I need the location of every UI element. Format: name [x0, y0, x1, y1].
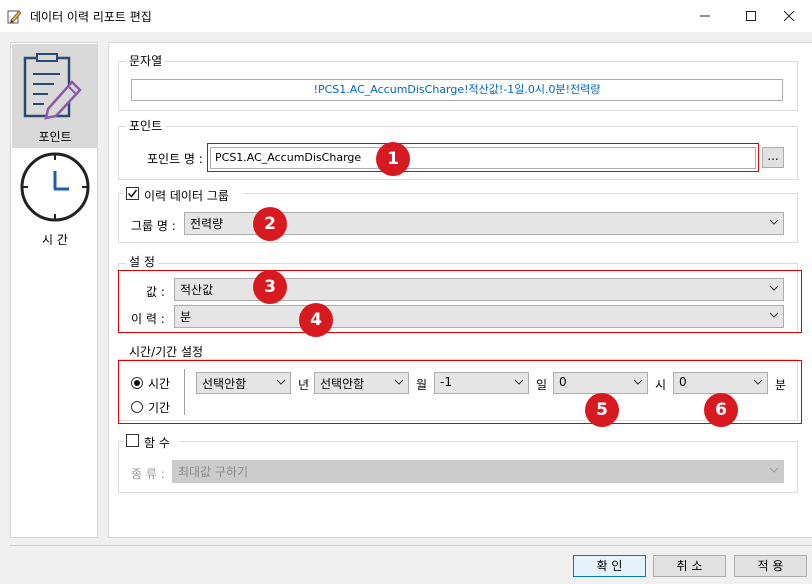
day-combo[interactable]: -1 — [434, 372, 529, 394]
callout-badge-3: 3 — [253, 270, 287, 304]
year-combo[interactable]: 선택안함 — [196, 372, 291, 394]
nav-label-time: 시 간 — [42, 233, 68, 247]
string-value: !PCS1.AC_AccumDisCharge!적산값!-1일.0시.0분!전력… — [313, 83, 601, 96]
nav-label-point: 포인트 — [38, 130, 72, 144]
month-value: 선택안함 — [320, 377, 365, 391]
history-combo[interactable]: 분 — [174, 305, 784, 328]
group-name-label: 그룹 명 : — [131, 219, 176, 233]
function-group-header: 함 수 — [123, 433, 179, 450]
radio-dot-icon — [134, 380, 140, 386]
callout-badge-1: 1 — [376, 142, 410, 176]
chevron-down-icon — [769, 312, 779, 318]
document-edit-icon — [23, 53, 82, 120]
chevron-down-icon — [514, 379, 524, 385]
hour-unit: 시 — [655, 378, 667, 392]
time-settings-label: 시간/기간 설정 — [126, 345, 207, 359]
time-divider — [184, 369, 185, 415]
chevron-down-icon — [276, 379, 286, 385]
app-edit-icon — [7, 10, 22, 24]
history-combo-value: 분 — [180, 310, 192, 324]
minute-unit: 분 — [775, 378, 787, 392]
checkmark-icon — [127, 189, 138, 198]
minute-value: 0 — [679, 375, 687, 389]
history-label: 이 력 : — [131, 312, 165, 326]
cancel-button[interactable]: 취 소 — [653, 555, 726, 577]
month-unit: 월 — [416, 378, 428, 392]
function-group-label: 함 수 — [144, 436, 170, 450]
settings-group-label: 설 정 — [126, 255, 158, 269]
hour-value: 0 — [559, 375, 567, 389]
callout-badge-4: 4 — [299, 303, 333, 337]
function-type-label: 종 류 : — [131, 467, 165, 481]
function-type-value: 최대값 구하기 — [178, 465, 249, 479]
minimize-icon — [700, 15, 710, 17]
history-group-label: 이력 데이터 그룹 — [144, 189, 229, 203]
string-group-label: 문자열 — [126, 54, 166, 68]
bottom-separator — [10, 545, 812, 546]
chevron-down-icon — [769, 219, 779, 225]
nav-item-time[interactable]: 시 간 — [12, 149, 98, 249]
radio-time[interactable] — [131, 377, 143, 389]
year-unit: 년 — [298, 378, 310, 392]
close-icon — [783, 10, 795, 22]
chevron-down-icon — [769, 285, 779, 291]
string-field[interactable]: !PCS1.AC_AccumDisCharge!적산값!-1일.0시.0분!전력… — [131, 79, 783, 101]
callout-badge-2: 2 — [253, 207, 287, 241]
function-type-combo[interactable]: 최대값 구하기 — [172, 460, 784, 483]
close-button[interactable] — [766, 0, 812, 32]
point-name-label: 포인트 명 : — [147, 152, 203, 166]
day-unit: 일 — [536, 378, 548, 392]
hour-combo[interactable]: 0 — [553, 372, 648, 394]
month-combo[interactable]: 선택안함 — [314, 372, 409, 394]
callout-badge-6: 6 — [704, 393, 738, 427]
title-bar: 데이터 이력 리포트 편집 — [0, 0, 812, 32]
maximize-icon — [746, 11, 756, 21]
value-combo-value: 적산값 — [180, 283, 214, 297]
nav-panel: 포인트 시 간 — [10, 42, 98, 538]
radio-time-label: 시간 — [148, 377, 171, 391]
callout-badge-5: 5 — [585, 393, 619, 427]
point-name-input[interactable]: PCS1.AC_AccumDisCharge — [210, 147, 756, 169]
point-name-value: PCS1.AC_AccumDisCharge — [215, 151, 362, 164]
day-value: -1 — [440, 375, 452, 389]
point-group-label: 포인트 — [126, 119, 166, 133]
radio-period-label: 기간 — [148, 401, 171, 415]
minimize-button[interactable] — [682, 0, 728, 32]
history-group-checkbox[interactable] — [126, 187, 139, 200]
ok-button[interactable]: 확 인 — [573, 555, 646, 577]
value-label: 값 : — [146, 285, 165, 299]
chevron-down-icon — [753, 379, 763, 385]
window-title: 데이터 이력 리포트 편집 — [30, 10, 152, 24]
browse-point-button[interactable]: ... — [762, 147, 784, 168]
apply-button[interactable]: 적 용 — [734, 555, 807, 577]
history-group-header: 이력 데이터 그룹 — [123, 186, 243, 203]
clock-icon — [20, 152, 90, 222]
radio-period[interactable] — [131, 401, 143, 413]
chevron-down-icon — [394, 379, 404, 385]
chevron-down-icon — [633, 379, 643, 385]
minute-combo[interactable]: 0 — [673, 372, 768, 394]
group-name-value: 전력량 — [190, 217, 224, 231]
year-value: 선택안함 — [202, 377, 247, 391]
chevron-down-icon — [769, 467, 779, 473]
nav-item-point[interactable]: 포인트 — [12, 44, 98, 148]
function-group-checkbox[interactable] — [126, 434, 139, 447]
